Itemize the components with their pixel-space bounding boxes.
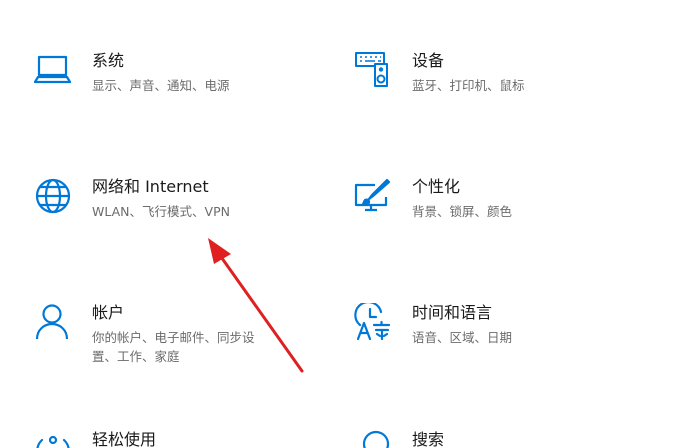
tile-description: 背景、锁屏、颜色 [412, 204, 513, 219]
settings-tile-time-language[interactable]: 时间和语言 语音、区域、日期 [354, 303, 634, 351]
tile-description: 语音、区域、日期 [412, 330, 513, 345]
settings-tile-personalization[interactable]: 个性化 背景、锁屏、颜色 [354, 177, 634, 225]
tile-title: 帐户 [92, 303, 125, 322]
keyboard-speaker-icon [354, 51, 392, 89]
settings-tile-accounts[interactable]: 帐户 你的帐户、电子邮件、同步设 置、工作、家庭 [34, 303, 314, 369]
tile-description: WLAN、飞行模式、VPN [92, 204, 230, 219]
person-icon [34, 303, 72, 341]
tile-description-line: 置、工作、家庭 [92, 349, 180, 364]
settings-tile-network[interactable]: 网络和 Internet WLAN、飞行模式、VPN [34, 177, 314, 225]
laptop-icon [34, 51, 72, 89]
settings-tile-system[interactable]: 系统 显示、声音、通知、电源 [34, 51, 314, 99]
settings-tile-devices[interactable]: 设备 蓝牙、打印机、鼠标 [354, 51, 634, 99]
tile-title: 时间和语言 [412, 303, 493, 322]
tile-description: 你的帐户、电子邮件、同步设 置、工作、家庭 [92, 328, 255, 366]
settings-home: 系统 显示、声音、通知、电源 设备 蓝牙、打印机、鼠标 网络和 Internet [0, 0, 674, 448]
ease-of-access-icon [34, 430, 72, 448]
tile-title: 搜索 [412, 430, 445, 448]
settings-tile-search[interactable]: 搜索 [354, 430, 634, 448]
tile-description: 显示、声音、通知、电源 [92, 78, 230, 93]
tile-title: 个性化 [412, 177, 461, 196]
tile-description-line: 你的帐户、电子邮件、同步设 [92, 330, 255, 345]
tile-title: 网络和 Internet [92, 177, 209, 196]
settings-tile-ease-of-access[interactable]: 轻松使用 [34, 430, 314, 448]
clock-language-icon [354, 303, 392, 341]
tile-title: 设备 [412, 51, 445, 70]
search-icon [354, 430, 392, 448]
tile-title: 系统 [92, 51, 125, 70]
globe-icon [34, 177, 72, 215]
tile-title: 轻松使用 [92, 430, 157, 448]
tile-description: 蓝牙、打印机、鼠标 [412, 78, 525, 93]
paintbrush-monitor-icon [354, 177, 392, 215]
